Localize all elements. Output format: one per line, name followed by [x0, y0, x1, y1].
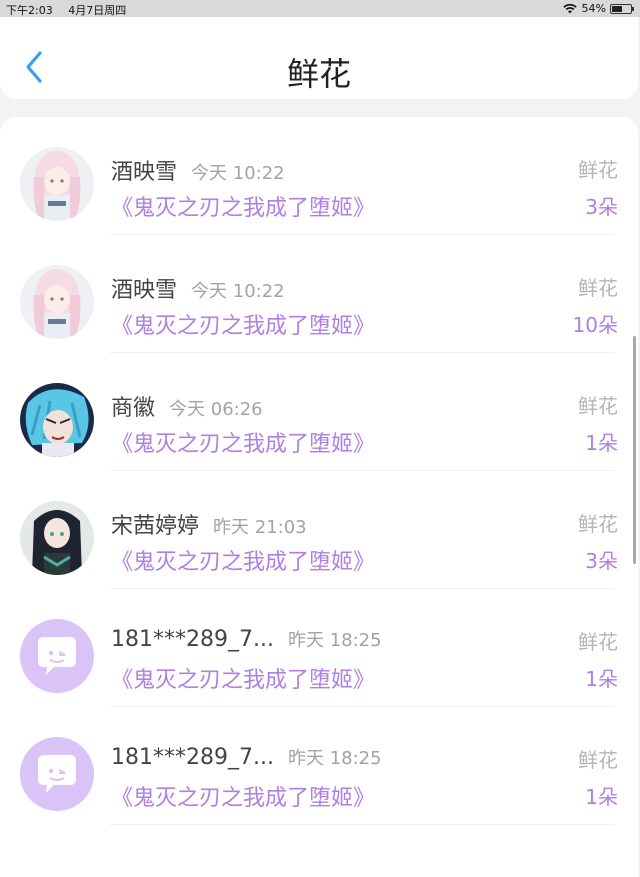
sender-name-line: 商徽 今天 06:26 [111, 390, 263, 422]
gift-type: 鲜花 [578, 630, 618, 654]
scroll-indicator[interactable] [633, 336, 636, 564]
list-item[interactable]: 181***289_7... 昨天 18:25 《鬼灭之刃之我成了堕姬》 鲜花 1朵 [0, 707, 638, 825]
battery-fill [612, 5, 622, 12]
sender-name[interactable]: 酒映雪 [111, 278, 177, 303]
sender-name-line: 宋茜婷婷 昨天 21:03 [111, 508, 307, 540]
book-title-link[interactable]: 《鬼灭之刃之我成了堕姬》 [111, 780, 375, 812]
divider [110, 824, 614, 825]
book-title-link[interactable]: 《鬼灭之刃之我成了堕姬》 [111, 190, 375, 222]
timestamp: 昨天 21:03 [213, 517, 307, 538]
timestamp: 昨天 18:25 [287, 630, 382, 651]
sender-name-line: 酒映雪 今天 10:22 [111, 154, 285, 186]
flower-gift-list[interactable]: 酒映雪 今天 10:22 《鬼灭之刃之我成了堕姬》 鲜花 3朵 酒映雪 今天 10:22 《… [0, 117, 638, 877]
list-item[interactable]: 宋茜婷婷 昨天 21:03 《鬼灭之刃之我成了堕姬》 鲜花 3朵 [0, 471, 638, 589]
status-left: 下午2:03 4月7日周四 [6, 2, 138, 18]
list-item[interactable]: 酒映雪 今天 10:22 《鬼灭之刃之我成了堕姬》 鲜花 10朵 [0, 235, 638, 353]
avatar[interactable] [20, 147, 94, 221]
sender-name[interactable]: 酒映雪 [111, 160, 177, 185]
list-item[interactable]: 酒映雪 今天 10:22 《鬼灭之刃之我成了堕姬》 鲜花 3朵 [0, 117, 638, 235]
book-title-link[interactable]: 《鬼灭之刃之我成了堕姬》 [111, 308, 375, 340]
gift-type: 鲜花 [578, 748, 618, 772]
sender-name[interactable]: 宋茜婷婷 [111, 514, 199, 539]
gift-count: 3朵 [585, 195, 618, 219]
avatar[interactable] [20, 619, 94, 693]
status-time: 下午2:03 [6, 4, 53, 17]
gift-type: 鲜花 [578, 158, 618, 182]
wifi-icon [562, 3, 577, 13]
list-item[interactable]: 商徽 今天 06:26 《鬼灭之刃之我成了堕姬》 鲜花 1朵 [0, 353, 638, 471]
gift-type: 鲜花 [578, 512, 618, 536]
sender-name[interactable]: 181***289_7... [111, 745, 274, 770]
sender-name-line: 酒映雪 今天 10:22 [111, 272, 285, 304]
battery-icon [610, 3, 634, 14]
avatar[interactable] [20, 383, 94, 457]
page-title: 鲜花 [286, 55, 351, 93]
timestamp: 昨天 18:25 [287, 748, 382, 769]
timestamp: 今天 06:26 [169, 399, 263, 420]
book-title-link[interactable]: 《鬼灭之刃之我成了堕姬》 [111, 544, 375, 576]
gift-type: 鲜花 [578, 394, 618, 418]
gift-count: 1朵 [585, 667, 618, 691]
book-title-link[interactable]: 《鬼灭之刃之我成了堕姬》 [111, 662, 375, 694]
sender-name-line: 181***289_7... 昨天 18:25 [111, 744, 382, 770]
avatar[interactable] [20, 737, 94, 811]
gift-count: 3朵 [585, 549, 618, 573]
header-bar: 鲜花 [0, 17, 638, 99]
list-item[interactable]: 181***289_7... 昨天 18:25 《鬼灭之刃之我成了堕姬》 鲜花 1朵 [0, 589, 638, 707]
gift-type: 鲜花 [578, 276, 618, 300]
battery-percent: 54% [581, 2, 606, 15]
sender-name[interactable]: 181***289_7... [111, 627, 274, 652]
status-date: 4月7日周四 [68, 4, 127, 17]
timestamp: 今天 10:22 [191, 281, 285, 302]
timestamp: 今天 10:22 [191, 163, 285, 184]
sender-name[interactable]: 商徽 [111, 396, 155, 421]
gift-count: 1朵 [585, 785, 618, 809]
gift-count: 10朵 [572, 313, 618, 337]
status-bar: 下午2:03 4月7日周四 54% [0, 0, 640, 17]
book-title-link[interactable]: 《鬼灭之刃之我成了堕姬》 [111, 426, 375, 458]
avatar[interactable] [20, 265, 94, 339]
sender-name-line: 181***289_7... 昨天 18:25 [111, 626, 382, 652]
gift-count: 1朵 [585, 431, 618, 455]
status-right: 54% [562, 2, 634, 15]
avatar[interactable] [20, 501, 94, 575]
